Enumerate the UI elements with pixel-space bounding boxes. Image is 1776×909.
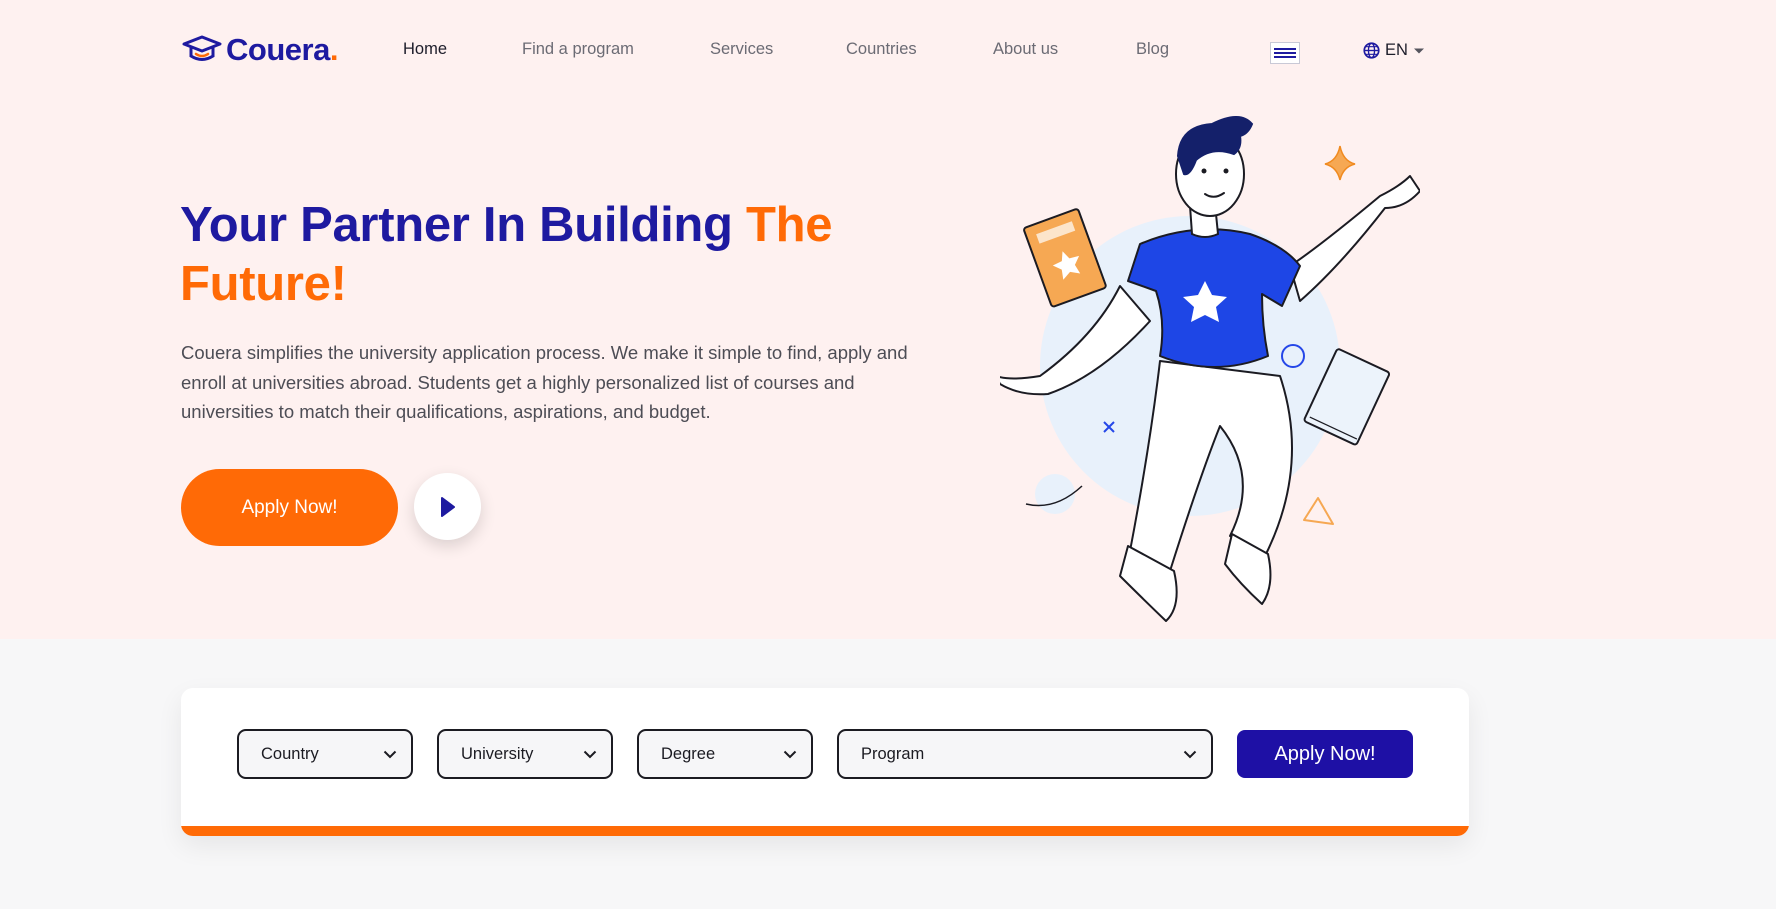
play-video-button[interactable] [414,473,481,540]
program-select-label: Program [861,744,925,763]
search-apply-now-button[interactable]: Apply Now! [1237,730,1413,778]
headline-main: Your Partner In Building [180,198,733,252]
apply-now-button[interactable]: Apply Now! [181,469,398,546]
nav-services[interactable]: Services [710,40,773,59]
brand-logo[interactable]: Couera. [182,30,338,70]
program-search-card: Country University Degree Program Apply … [181,688,1469,836]
globe-icon [1363,42,1380,59]
hero-headline: Your Partner In Building The Future! [180,196,900,314]
country-select[interactable]: Country [237,729,413,779]
language-selector[interactable]: EN [1363,41,1425,60]
degree-select[interactable]: Degree [637,729,813,779]
degree-select-label: Degree [661,744,716,763]
chevron-down-icon [783,750,797,758]
nav-countries[interactable]: Countries [846,40,917,59]
card-accent-bar [181,826,1469,836]
nav-about-us[interactable]: About us [993,40,1058,59]
graduation-cap-icon [182,35,222,61]
student-illustration [1000,116,1420,622]
brand-name: Couera. [226,32,338,67]
play-icon [440,496,455,517]
nav-home[interactable]: Home [403,40,447,59]
chevron-down-icon [383,750,397,758]
country-select-label: Country [261,744,319,763]
hero-description: Couera simplifies the university applica… [181,342,908,422]
university-select-label: University [461,744,534,763]
chevron-down-icon [1183,750,1197,758]
nav-blog[interactable]: Blog [1136,40,1169,59]
language-code: EN [1385,41,1408,59]
chevron-down-icon [583,750,597,758]
nav-find-a-program[interactable]: Find a program [522,40,634,59]
university-select[interactable]: University [437,729,613,779]
program-select[interactable]: Program [837,729,1213,779]
caret-down-icon [1413,48,1424,53]
hero-section: Couera. Home Find a program Services Cou… [0,0,1776,639]
hamburger-menu-icon[interactable] [1270,42,1300,64]
